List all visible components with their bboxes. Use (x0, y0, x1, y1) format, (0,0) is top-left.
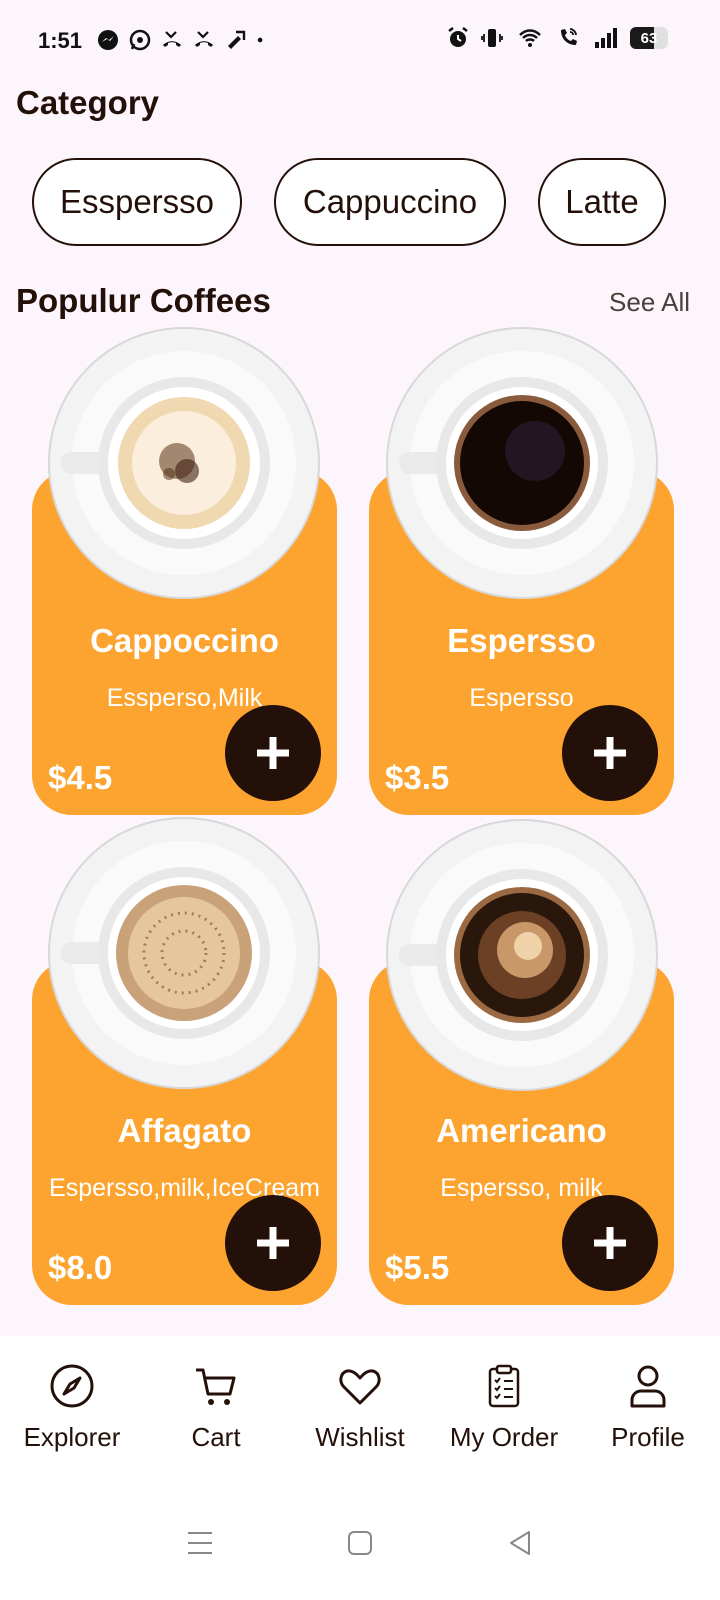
chip-cappuccino[interactable]: Cappuccino (274, 158, 506, 246)
plus-icon (594, 737, 626, 769)
add-to-cart-button[interactable] (225, 1195, 321, 1291)
nav-explorer[interactable]: Explorer (2, 1362, 142, 1453)
clipboard-icon (488, 1364, 520, 1408)
notification-icons (96, 28, 270, 52)
coffee-name: Americano (436, 1112, 607, 1149)
status-time: 1:51 (38, 28, 83, 53)
coffee-price: $4.5 (48, 759, 113, 796)
nav-label: Explorer (23, 1422, 121, 1452)
coffee-price: $5.5 (385, 1249, 450, 1286)
plus-icon (257, 737, 289, 769)
coffee-price: $8.0 (48, 1249, 113, 1286)
wifi-call-icon (561, 28, 577, 45)
back-icon[interactable] (505, 1528, 535, 1558)
battery-level: 63 (640, 29, 658, 47)
nav-label: Profile (611, 1422, 685, 1452)
nav-label: Cart (191, 1422, 241, 1452)
battery-icon: 63 (630, 27, 668, 49)
coffee-name: Cappoccino (90, 622, 279, 659)
plus-icon (594, 1227, 626, 1259)
missed-call-icon (228, 30, 246, 49)
category-title: Category (16, 84, 160, 121)
espresso-cup-image (386, 327, 658, 599)
add-to-cart-button[interactable] (562, 705, 658, 801)
status-bar: 1:51 63 (0, 0, 720, 80)
plus-icon (257, 1227, 289, 1259)
cart-icon (196, 1368, 236, 1405)
affogato-cup-image (48, 817, 320, 1089)
popular-title: Populur Coffees (16, 282, 271, 319)
coffee-price: $3.5 (385, 759, 450, 796)
heart-icon (339, 1369, 381, 1405)
see-all-link[interactable]: See All (609, 287, 690, 318)
dot-icon (257, 37, 263, 43)
compass-icon (50, 1364, 94, 1408)
wifi-icon (519, 29, 541, 47)
missed-call-icon (163, 31, 181, 47)
nav-profile[interactable]: Profile (578, 1362, 718, 1453)
nav-my-order[interactable]: My Order (434, 1362, 574, 1453)
add-to-cart-button[interactable] (225, 705, 321, 801)
chip-latte[interactable]: Latte (538, 158, 666, 246)
messenger-icon (98, 30, 118, 50)
whatsapp-icon (129, 29, 151, 51)
americano-cup-image (386, 819, 658, 1091)
nav-wishlist[interactable]: Wishlist (290, 1362, 430, 1453)
add-to-cart-button[interactable] (562, 1195, 658, 1291)
category-chips: Esspersso Cappuccino Latte (32, 158, 666, 246)
menu-icon[interactable] (185, 1528, 215, 1558)
nav-label: My Order (449, 1422, 559, 1452)
person-icon (630, 1365, 666, 1408)
coffee-name: Espersso (447, 622, 596, 659)
nav-cart[interactable]: Cart (146, 1362, 286, 1453)
home-icon[interactable] (345, 1528, 375, 1558)
bottom-navigation: Explorer Cart Wishlist My Order Profile (0, 1336, 720, 1486)
alarm-icon (448, 27, 468, 47)
system-icons: 63 (446, 26, 668, 50)
vibrate-icon (481, 29, 503, 47)
system-navigation-bar (0, 1486, 720, 1600)
coffee-name: Affagato (117, 1112, 252, 1149)
missed-call-icon (195, 31, 213, 47)
nav-label: Wishlist (315, 1422, 405, 1452)
signal-icon (595, 28, 617, 48)
chip-espresso[interactable]: Esspersso (32, 158, 242, 246)
cappuccino-cup-image (48, 327, 320, 599)
